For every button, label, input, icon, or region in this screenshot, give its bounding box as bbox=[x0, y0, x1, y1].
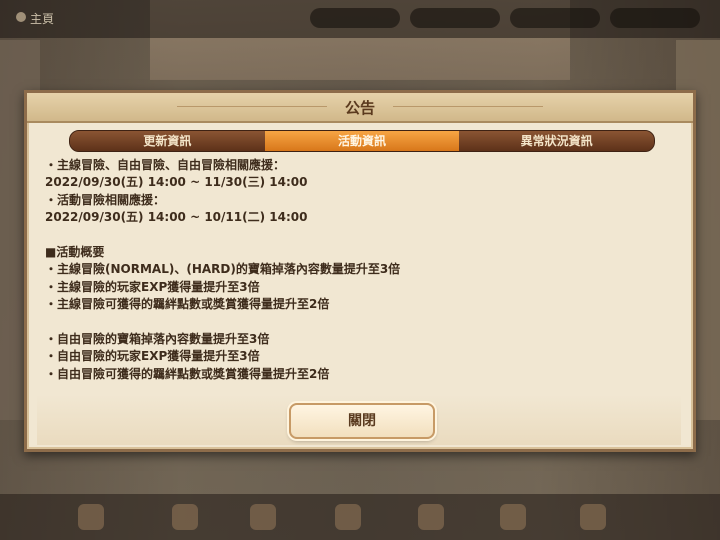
top-bar: 主頁 bbox=[0, 0, 720, 38]
content-line: ・自由冒險可獲得的羈絆點數或獎賞獲得量提升至2倍 bbox=[45, 366, 330, 381]
announcement-dialog: 公告 更新資訊 活動資訊 異常狀況資訊 ・主線冒險、自由冒險、自由冒險相關應援：… bbox=[24, 90, 696, 452]
content-line: ・自由冒險的寶箱掉落內容數量提升至3倍 bbox=[45, 331, 270, 346]
nav-icon[interactable] bbox=[172, 504, 198, 530]
content-line bbox=[45, 314, 675, 331]
currency-display bbox=[610, 8, 700, 28]
currency-display bbox=[310, 8, 400, 28]
content-line: ・活動冒險相關應援： bbox=[45, 192, 166, 207]
nav-icon[interactable] bbox=[500, 504, 526, 530]
currency-display bbox=[510, 8, 600, 28]
nav-icon[interactable] bbox=[418, 504, 444, 530]
close-button[interactable]: 關閉 bbox=[289, 403, 435, 439]
content-line: ・主線冒險、自由冒險、自由冒險相關應援： bbox=[45, 158, 286, 172]
nav-icon[interactable] bbox=[78, 504, 104, 530]
dialog-title-bar: 公告 bbox=[27, 93, 693, 123]
content-line: 2022/09/30(五) 14:00 ~ 10/11(二) 14:00 bbox=[45, 210, 308, 225]
announcement-tabs: 更新資訊 活動資訊 異常狀況資訊 bbox=[69, 130, 655, 152]
nav-icon[interactable] bbox=[580, 504, 606, 530]
tab-issue-info[interactable]: 異常狀況資訊 bbox=[459, 131, 654, 151]
home-label[interactable]: 主頁 bbox=[30, 10, 54, 27]
currency-display bbox=[410, 8, 500, 28]
home-icon[interactable] bbox=[16, 12, 26, 22]
dialog-title: 公告 bbox=[344, 99, 375, 117]
content-line: 2022/09/30(五) 14:00 ~ 11/30(三) 14:00 bbox=[45, 175, 308, 190]
content-line: ・主線冒險(NORMAL)、(HARD)的寶箱掉落內容數量提升至3倍 bbox=[45, 262, 401, 277]
nav-icon[interactable] bbox=[335, 504, 361, 530]
tab-update-info[interactable]: 更新資訊 bbox=[70, 131, 265, 151]
content-line: ・主線冒險可獲得的羈絆點數或獎賞獲得量提升至2倍 bbox=[45, 297, 330, 312]
content-line bbox=[45, 227, 675, 244]
content-line: ・自由冒險的玩家EXP獲得量提升至3倍 bbox=[45, 349, 260, 364]
nav-icon[interactable] bbox=[250, 504, 276, 530]
announcement-content: ・主線冒險、自由冒險、自由冒險相關應援： 2022/09/30(五) 14:00… bbox=[45, 157, 675, 389]
content-line: ・主線冒險的玩家EXP獲得量提升至3倍 bbox=[45, 279, 260, 294]
content-line: ■活動概要 bbox=[45, 244, 105, 259]
tab-event-info[interactable]: 活動資訊 bbox=[264, 131, 460, 151]
